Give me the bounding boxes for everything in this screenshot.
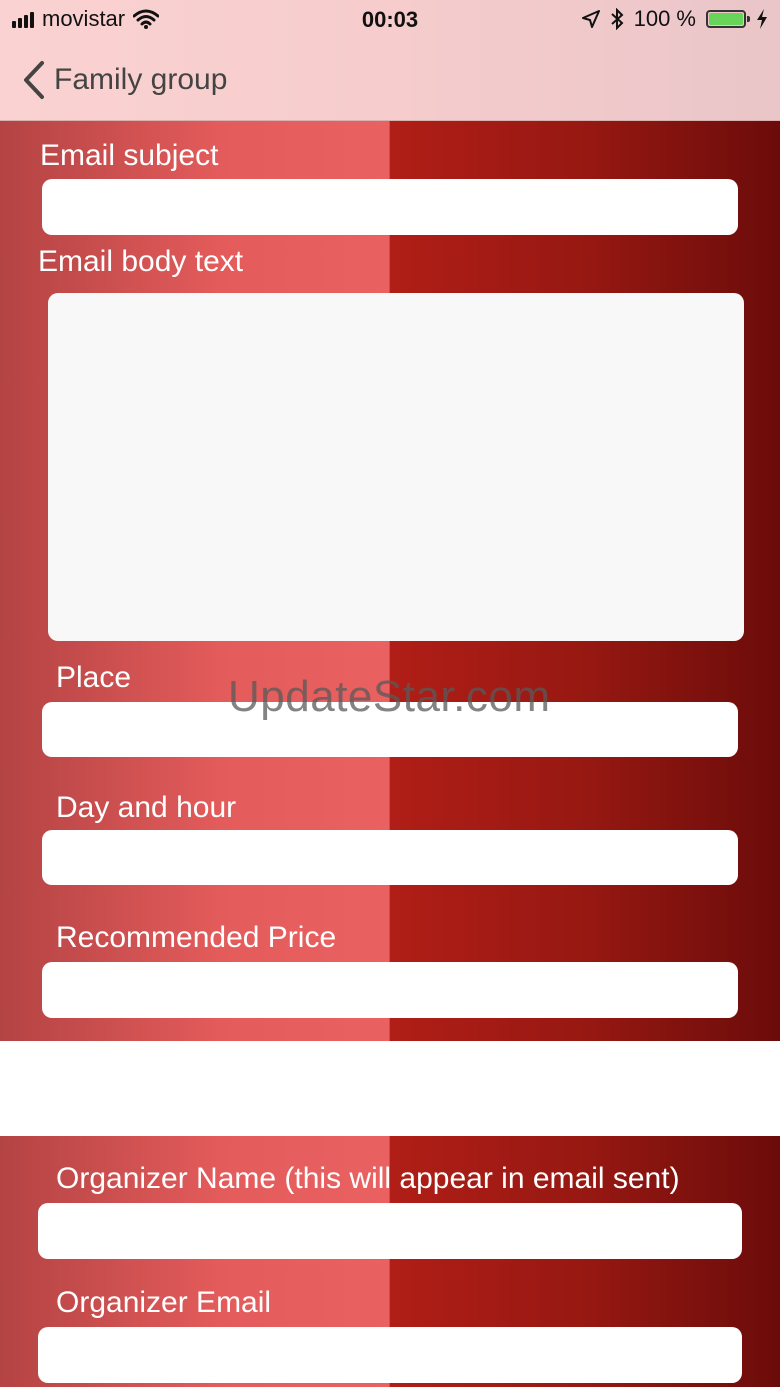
chevron-left-icon	[24, 61, 44, 99]
organizer-email-label: Organizer Email	[56, 1286, 272, 1319]
recommended-price-label: Recommended Price	[56, 921, 337, 954]
nav-back-label: Family group	[54, 63, 228, 96]
nav-back-button[interactable]: Family group	[0, 50, 227, 110]
status-bar: movistar 00:03 100 %	[0, 0, 780, 40]
organizer-name-label: Organizer Name (this will appear in emai…	[56, 1162, 680, 1195]
place-input[interactable]	[42, 702, 738, 757]
email-body-textarea[interactable]	[48, 293, 744, 641]
organizer-name-input[interactable]	[38, 1203, 742, 1259]
bluetooth-icon	[610, 8, 624, 30]
email-subject-input[interactable]	[42, 179, 738, 235]
battery-percent: 100 %	[633, 6, 696, 31]
battery-icon	[706, 10, 750, 28]
charging-bolt-icon	[757, 9, 767, 29]
organizer-email-input[interactable]	[38, 1327, 742, 1383]
day-hour-label: Day and hour	[56, 791, 237, 824]
email-body-label: Email body text	[38, 245, 244, 278]
organizer-panel: Organizer Name (this will appear in emai…	[0, 1136, 780, 1387]
email-subject-label: Email subject	[40, 139, 219, 172]
recommended-price-input[interactable]	[42, 962, 738, 1018]
event-details-panel: Email subject Email body text Place Day …	[0, 121, 780, 1041]
status-right: 100 %	[581, 6, 768, 32]
location-arrow-icon	[581, 10, 600, 28]
day-hour-input[interactable]	[42, 830, 738, 885]
top-bar: movistar 00:03 100 % Family group	[0, 0, 780, 121]
place-label: Place	[56, 661, 132, 694]
